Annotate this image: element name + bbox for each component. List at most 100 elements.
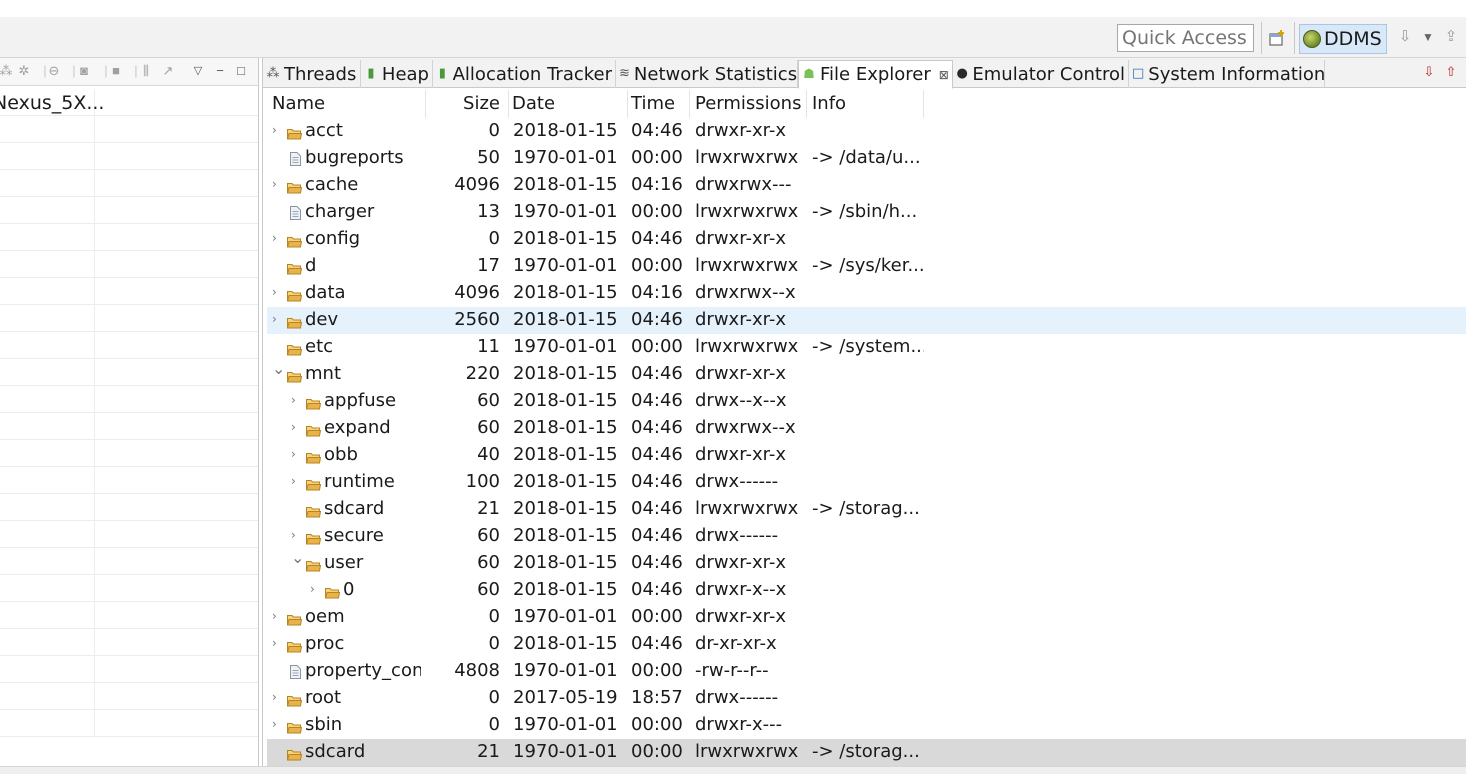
table-row[interactable]: › config 0 2018-01-15 04:46 drwxr-xr-x <box>267 226 1466 253</box>
file-size: 11 <box>477 336 500 357</box>
chevron-right-icon[interactable]: › <box>272 178 282 190</box>
close-icon[interactable]: ⊠ <box>939 68 949 82</box>
chevron-right-icon[interactable]: › <box>291 448 301 460</box>
chevron-down-icon[interactable]: ⌄ <box>272 361 285 377</box>
chevron-right-icon[interactable]: › <box>291 421 301 433</box>
screen-capture-icon[interactable]: ◙ <box>76 63 92 79</box>
tab-threads[interactable]: ⁂ Threads <box>263 60 361 88</box>
table-row[interactable]: › obb 40 2018-01-15 04:46 drwxr-xr-x <box>267 442 1466 469</box>
file-permissions: drwxr-xr-x <box>695 444 786 465</box>
folder-icon <box>286 232 303 248</box>
chevron-right-icon[interactable]: › <box>272 313 282 325</box>
column-header-time[interactable]: Time <box>631 93 675 114</box>
file-size: 21 <box>477 741 500 762</box>
column-header-info[interactable]: Info <box>812 93 846 114</box>
empty-row <box>0 332 258 359</box>
table-row[interactable]: › oem 0 1970-01-01 00:00 drwxr-xr-x <box>267 604 1466 631</box>
file-permissions: lrwxrwxrwx <box>695 147 799 168</box>
chevron-right-icon[interactable]: › <box>272 232 282 244</box>
table-row[interactable]: › data 4096 2018-01-15 04:16 drwxrwx--x <box>267 280 1466 307</box>
table-row[interactable]: charger 13 1970-01-01 00:00 lrwxrwxrwx -> /sb… <box>267 199 1466 226</box>
quick-access-input[interactable] <box>1117 24 1254 52</box>
tab-file-explorer[interactable]: ☗ File Explorer ⊠ <box>798 60 953 89</box>
column-header-size[interactable]: Size <box>427 93 500 114</box>
empty-row <box>0 305 258 332</box>
chevron-right-icon[interactable]: › <box>272 718 282 730</box>
chevron-right-icon[interactable]: › <box>272 637 282 649</box>
chevron-right-icon[interactable]: › <box>310 583 320 595</box>
chevron-right-icon[interactable]: › <box>272 286 282 298</box>
tab-heap[interactable]: ▮ Heap <box>361 60 433 88</box>
file-time: 00:00 <box>631 606 683 627</box>
table-row[interactable]: › appfuse 60 2018-01-15 04:46 drwx--x--x <box>267 388 1466 415</box>
ddms-perspective-icon <box>1303 30 1321 48</box>
column-divider <box>94 116 95 143</box>
table-row[interactable]: › proc 0 2018-01-15 04:46 dr-xr-xr-x <box>267 631 1466 658</box>
file-time: 00:00 <box>631 714 683 735</box>
file-time: 04:46 <box>631 498 683 519</box>
chevron-right-icon[interactable]: › <box>272 124 282 136</box>
export-icon[interactable]: ⇪ <box>1443 28 1459 46</box>
stop-process-icon[interactable]: ■ <box>108 63 124 79</box>
table-row[interactable]: › cache 4096 2018-01-15 04:16 drwxrwx--- <box>267 172 1466 199</box>
ddms-perspective-button[interactable]: DDMS <box>1299 24 1387 54</box>
column-divider <box>94 521 95 548</box>
table-row[interactable]: › root 0 2017-05-19 18:57 drwx------ <box>267 685 1466 712</box>
file-time: 04:46 <box>631 552 683 573</box>
chevron-right-icon[interactable]: › <box>272 691 282 703</box>
minimize-icon[interactable]: − <box>212 63 228 79</box>
capture-systrace-icon[interactable]: ⫼ <box>138 63 154 79</box>
dump-hprof-icon[interactable]: ⊖ <box>46 63 62 79</box>
tab-system-information[interactable]: □ System Information <box>1129 60 1325 88</box>
view-menu-icon[interactable]: ▽ <box>190 63 206 79</box>
dropdown-icon[interactable]: ▼ <box>1420 28 1436 46</box>
table-row[interactable]: sdcard 21 1970-01-01 00:00 lrwxrwxrwx -> /sto… <box>267 739 1466 766</box>
file-date: 1970-01-01 <box>513 606 618 627</box>
empty-row <box>0 656 258 683</box>
column-divider <box>94 386 95 413</box>
start-method-profiling-icon[interactable]: ↗ <box>160 63 176 79</box>
file-date: 1970-01-01 <box>513 714 618 735</box>
table-row[interactable]: › sbin 0 1970-01-01 00:00 drwxr-x--- <box>267 712 1466 739</box>
tab-network-statistics[interactable]: ≋ Network Statistics <box>616 60 798 88</box>
file-permissions: drwx------ <box>695 687 779 708</box>
device-row[interactable]: Nexus_5X... <box>0 89 258 116</box>
table-row[interactable]: d 17 1970-01-01 00:00 lrwxrwxrwx -> /sys/ker.… <box>267 253 1466 280</box>
table-row[interactable]: ⌄ user 60 2018-01-15 04:46 drwxr-xr-x <box>267 550 1466 577</box>
file-name: d <box>305 255 317 276</box>
table-row[interactable]: bugreports 50 1970-01-01 00:00 lrwxrwxrwx -> … <box>267 145 1466 172</box>
chevron-right-icon[interactable]: › <box>291 529 301 541</box>
folder-icon <box>305 475 322 491</box>
maximize-icon[interactable]: □ <box>233 63 249 79</box>
push-file-icon[interactable]: ⇧ <box>1443 64 1459 80</box>
file-permissions: lrwxrwxrwx <box>695 255 799 276</box>
update-heap-icon[interactable]: ✲ <box>16 63 32 79</box>
table-row[interactable]: ⌄ mnt 220 2018-01-15 04:46 drwxr-xr-x <box>267 361 1466 388</box>
file-time: 04:16 <box>631 282 683 303</box>
import-icon[interactable]: ⇩ <box>1397 28 1413 46</box>
table-row[interactable]: › expand 60 2018-01-15 04:46 drwxrwx--x <box>267 415 1466 442</box>
table-row[interactable]: property_cont 4808 1970-01-01 00:00 -rw-r--r… <box>267 658 1466 685</box>
table-row[interactable]: › runtime 100 2018-01-15 04:46 drwx------ <box>267 469 1466 496</box>
table-row[interactable]: › 0 60 2018-01-15 04:46 drwxr-x--x <box>267 577 1466 604</box>
chevron-right-icon[interactable]: › <box>291 475 301 487</box>
column-header-date[interactable]: Date <box>512 93 555 114</box>
table-row[interactable]: › secure 60 2018-01-15 04:46 drwx------ <box>267 523 1466 550</box>
table-row[interactable]: sdcard 21 2018-01-15 04:46 lrwxrwxrwx -> /sto… <box>267 496 1466 523</box>
pull-file-icon[interactable]: ⇩ <box>1421 64 1437 80</box>
open-perspective-icon[interactable] <box>1269 29 1287 47</box>
table-row[interactable]: etc 11 1970-01-01 00:00 lrwxrwxrwx -> /system… <box>267 334 1466 361</box>
debug-process-icon[interactable]: ⁂ <box>0 63 14 79</box>
column-header-name[interactable]: Name <box>272 93 325 114</box>
file-time: 18:57 <box>631 687 683 708</box>
column-header-permissions[interactable]: Permissions <box>695 93 801 114</box>
chevron-right-icon[interactable]: › <box>272 610 282 622</box>
tab-allocation-tracker[interactable]: ▮ Allocation Tracker <box>433 60 616 88</box>
table-row[interactable]: › dev 2560 2018-01-15 04:46 drwxr-xr-x <box>267 307 1466 334</box>
file-date: 2018-01-15 <box>513 174 618 195</box>
tab-emulator-control[interactable]: ● Emulator Control <box>953 60 1129 88</box>
file-name: charger <box>305 201 375 222</box>
table-row[interactable]: › acct 0 2018-01-15 04:46 drwxr-xr-x <box>267 118 1466 145</box>
chevron-down-icon[interactable]: ⌄ <box>291 550 304 566</box>
chevron-right-icon[interactable]: › <box>291 394 301 406</box>
